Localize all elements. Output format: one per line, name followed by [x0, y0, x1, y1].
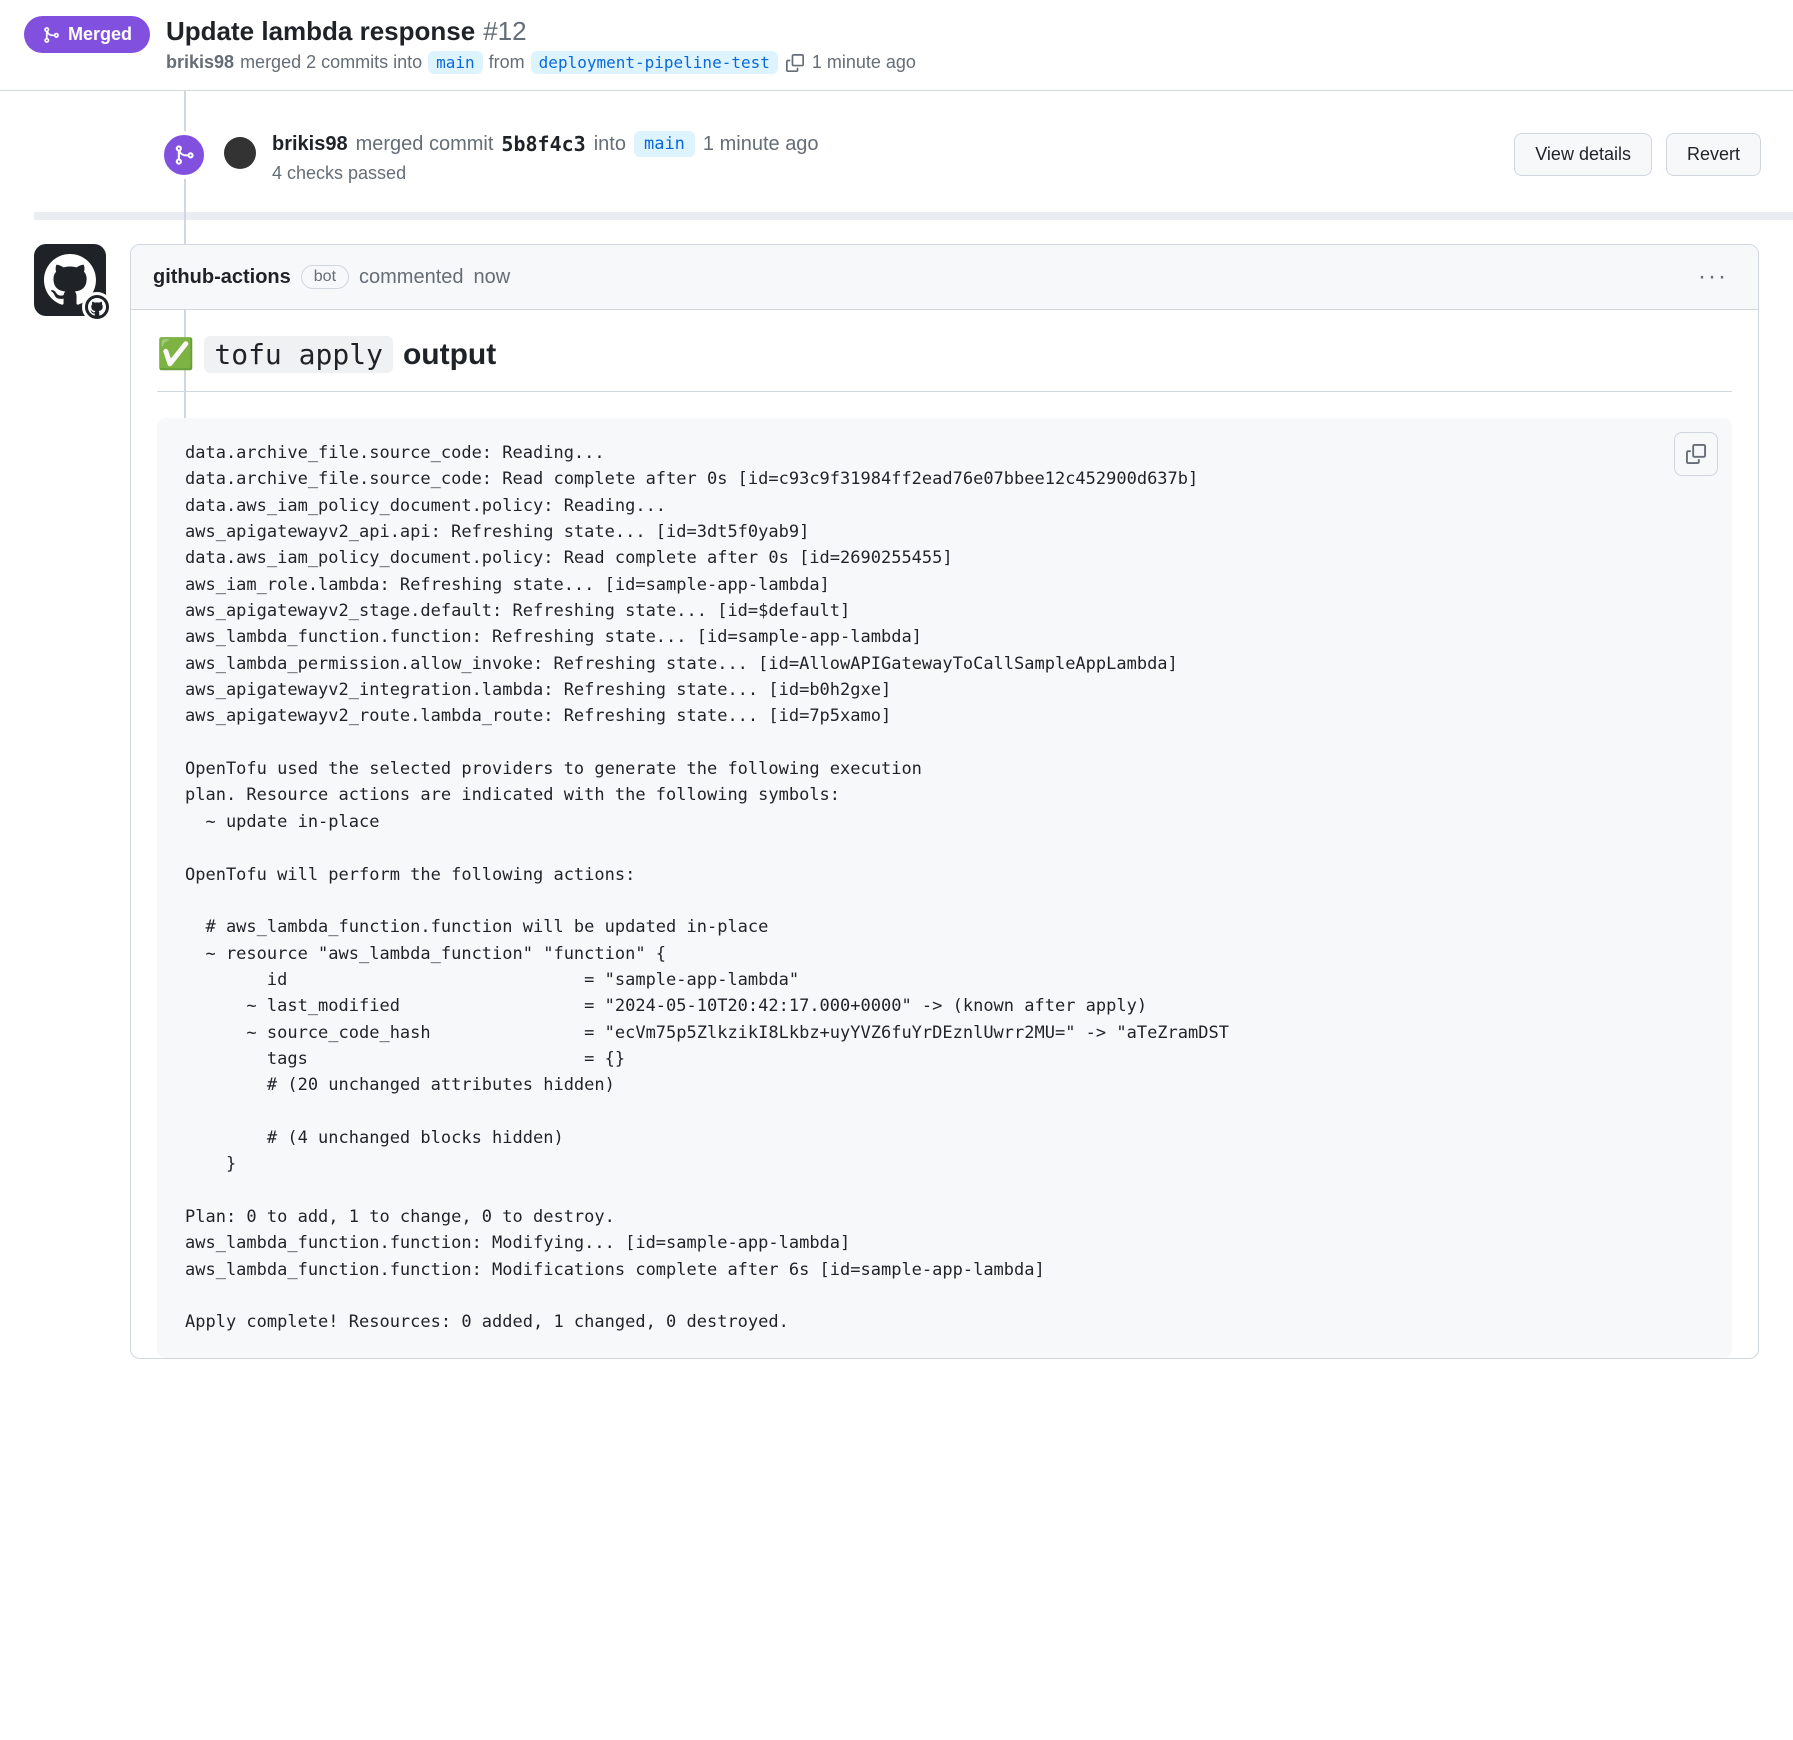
timeline-divider — [34, 212, 1793, 220]
merge-event-badge — [160, 131, 208, 179]
merge-text-2: into — [594, 133, 626, 156]
comment-container: github-actions bot commented now ··· ✅ t… — [130, 244, 1759, 1359]
checks-passed-text[interactable]: 4 checks passed — [272, 163, 1498, 184]
copy-icon — [1686, 444, 1706, 464]
github-actions-sub-badge — [82, 292, 112, 322]
revert-button[interactable]: Revert — [1666, 133, 1761, 176]
output-title: ✅ tofu apply output — [157, 336, 1732, 392]
comment-time[interactable]: now — [474, 266, 511, 289]
author-link[interactable]: brikis98 — [272, 133, 348, 156]
pr-header: Merged Update lambda response #12 brikis… — [0, 0, 1793, 91]
view-details-button[interactable]: View details — [1514, 133, 1652, 176]
target-branch-chip[interactable]: main — [634, 131, 695, 157]
copy-branch-button[interactable] — [784, 52, 806, 74]
commit-sha-link[interactable]: 5b8f4c3 — [501, 132, 585, 156]
base-branch-chip[interactable]: main — [428, 51, 483, 74]
status-label: Merged — [68, 24, 132, 45]
merge-verb: merged 2 commits into — [240, 52, 422, 73]
copy-icon — [786, 54, 804, 72]
merge-event-text: brikis98 merged commit 5b8f4c3 into main… — [272, 131, 1498, 184]
github-actions-avatar[interactable] — [34, 244, 106, 316]
comment-verb: commented — [359, 266, 464, 289]
git-merge-icon — [42, 26, 60, 44]
pr-number: #12 — [483, 16, 526, 47]
pr-title-line: Update lambda response #12 — [166, 16, 1769, 47]
merge-event: brikis98 merged commit 5b8f4c3 into main… — [0, 111, 1793, 212]
output-command: tofu apply — [204, 336, 393, 373]
bot-badge: bot — [301, 265, 349, 289]
comment-author-link[interactable]: github-actions — [153, 266, 291, 289]
comment-kebab-menu[interactable]: ··· — [1690, 259, 1736, 295]
github-logo-icon — [88, 298, 106, 316]
head-branch-chip[interactable]: deployment-pipeline-test — [531, 51, 778, 74]
merge-meta-line: brikis98 merged 2 commits into main from… — [166, 51, 1769, 74]
git-merge-icon — [173, 144, 195, 166]
merge-actions: View details Revert — [1514, 133, 1761, 176]
output-suffix: output — [403, 338, 496, 372]
status-badge-merged: Merged — [24, 16, 150, 53]
header-texts: Update lambda response #12 brikis98 merg… — [166, 16, 1769, 74]
pr-title[interactable]: Update lambda response — [166, 16, 475, 47]
merge-text-1: merged commit — [356, 133, 494, 156]
comment-header: github-actions bot commented now ··· — [131, 245, 1758, 310]
header-time-ago: 1 minute ago — [812, 52, 916, 73]
author-link[interactable]: brikis98 — [166, 52, 234, 73]
code-block-wrapper: data.archive_file.source_code: Reading..… — [157, 418, 1732, 1358]
copy-code-button[interactable] — [1674, 432, 1718, 476]
comment-body: ✅ tofu apply output data.archive_file.so… — [131, 310, 1758, 1358]
code-output[interactable]: data.archive_file.source_code: Reading..… — [157, 418, 1732, 1358]
avatar[interactable] — [224, 137, 256, 169]
timeline: brikis98 merged commit 5b8f4c3 into main… — [0, 91, 1793, 1359]
comment-row: github-actions bot commented now ··· ✅ t… — [0, 220, 1793, 1359]
from-label: from — [489, 52, 525, 73]
merge-time-ago: 1 minute ago — [703, 133, 819, 156]
check-mark-emoji: ✅ — [157, 337, 194, 372]
